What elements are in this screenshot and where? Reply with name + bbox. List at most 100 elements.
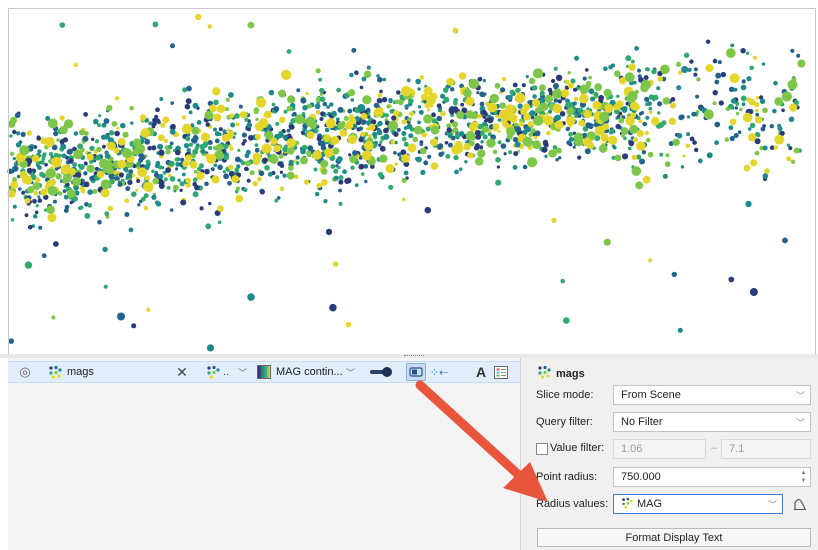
point-marker bbox=[703, 109, 714, 120]
point-marker bbox=[714, 79, 720, 85]
point-marker bbox=[240, 160, 246, 166]
point-marker bbox=[7, 120, 16, 128]
point-marker bbox=[152, 177, 159, 185]
value-filter-min: 1.06 bbox=[613, 439, 706, 459]
attribute-selector[interactable]: .. bbox=[223, 362, 229, 382]
point-marker bbox=[712, 58, 718, 64]
point-marker bbox=[453, 155, 459, 161]
point-radius-input[interactable]: 750.000 ▲ ▼ bbox=[613, 467, 811, 487]
point-marker bbox=[404, 104, 409, 109]
point-marker bbox=[53, 241, 59, 247]
point-marker bbox=[115, 176, 120, 181]
point-marker bbox=[223, 154, 229, 161]
point-marker bbox=[388, 97, 393, 103]
object-row-mags[interactable]: ◎ mags ✕ .. ﹀ MAG contin... ﹀ ⁘⇠ A bbox=[8, 361, 520, 383]
text-icon[interactable]: A bbox=[474, 362, 488, 382]
point-marker bbox=[26, 167, 33, 174]
point-marker bbox=[354, 70, 359, 75]
close-icon[interactable]: ✕ bbox=[175, 362, 189, 382]
point-marker bbox=[362, 119, 367, 125]
point-marker bbox=[739, 107, 743, 112]
point-marker bbox=[635, 181, 644, 190]
point-marker bbox=[255, 117, 259, 122]
colormap-swatch[interactable] bbox=[257, 365, 271, 379]
format-display-text-button[interactable]: Format Display Text bbox=[537, 528, 811, 547]
filter-icon[interactable]: ⁘⇠ bbox=[429, 362, 449, 382]
properties-title-text: mags bbox=[556, 367, 585, 380]
point-marker bbox=[269, 154, 279, 164]
point-marker bbox=[750, 159, 758, 167]
toggle-icon[interactable] bbox=[368, 362, 394, 382]
point-marker bbox=[300, 97, 307, 104]
colormap-name[interactable]: MAG contin... bbox=[276, 362, 343, 382]
chevron-down-icon: ﹀ bbox=[795, 417, 805, 428]
point-marker bbox=[473, 145, 480, 151]
point-marker bbox=[324, 148, 334, 158]
point-marker bbox=[345, 177, 352, 184]
point-marker bbox=[83, 112, 88, 117]
point-marker bbox=[151, 169, 155, 173]
point-marker bbox=[205, 223, 212, 230]
point-marker bbox=[87, 189, 93, 195]
chevron-down-icon[interactable]: ﹀ bbox=[238, 362, 247, 382]
point-marker bbox=[121, 148, 133, 159]
point-marker bbox=[368, 123, 376, 131]
point-marker bbox=[588, 88, 595, 94]
point-marker bbox=[788, 146, 793, 151]
point-marker bbox=[379, 89, 383, 94]
point-marker bbox=[14, 112, 21, 119]
distribution-icon[interactable] bbox=[789, 494, 811, 514]
properties-panel: mags Slice mode: From Scene ﹀ Query filt… bbox=[520, 358, 818, 550]
point-marker bbox=[186, 147, 191, 153]
point-marker bbox=[83, 171, 88, 176]
point-marker bbox=[200, 132, 210, 142]
point-marker bbox=[545, 112, 549, 116]
checkbox-box[interactable] bbox=[536, 443, 548, 455]
point-marker bbox=[426, 108, 431, 112]
value-filter-checkbox[interactable]: Value filter: bbox=[536, 442, 611, 456]
point-marker bbox=[440, 110, 446, 117]
point-marker bbox=[388, 120, 399, 131]
point-marker bbox=[128, 227, 134, 233]
point-marker bbox=[762, 107, 768, 114]
point-marker bbox=[683, 52, 690, 58]
point-marker bbox=[582, 137, 593, 147]
point-marker bbox=[10, 181, 19, 190]
point-marker bbox=[195, 13, 202, 21]
radius-values-select[interactable]: MAG ﹀ bbox=[613, 494, 783, 514]
point-marker bbox=[8, 338, 14, 344]
scene-viewport[interactable] bbox=[0, 0, 818, 354]
point-marker bbox=[492, 123, 500, 130]
point-marker bbox=[144, 138, 151, 145]
point-marker bbox=[749, 65, 754, 71]
point-marker bbox=[741, 79, 746, 84]
point-marker bbox=[213, 113, 222, 122]
point-marker bbox=[213, 127, 217, 132]
point-marker bbox=[360, 131, 366, 137]
point-marker bbox=[377, 92, 383, 98]
point-marker bbox=[155, 160, 161, 166]
point-marker bbox=[193, 169, 198, 174]
chevron-down-icon[interactable]: ﹀ bbox=[346, 362, 355, 382]
point-marker bbox=[360, 112, 368, 120]
point-marker bbox=[264, 110, 272, 119]
legend-icon[interactable] bbox=[493, 362, 509, 382]
spinner-icon[interactable]: ▲ ▼ bbox=[799, 469, 808, 485]
point-marker bbox=[144, 175, 151, 182]
slice-mode-select[interactable]: From Scene ﹀ bbox=[613, 385, 811, 405]
point-marker bbox=[644, 96, 650, 102]
point-marker bbox=[319, 96, 326, 103]
point-marker bbox=[158, 149, 165, 156]
point-marker bbox=[657, 101, 663, 107]
point-marker bbox=[288, 159, 294, 165]
eye-icon[interactable]: ◎ bbox=[16, 362, 34, 382]
point-marker bbox=[143, 181, 154, 192]
point-marker bbox=[790, 159, 796, 164]
point-marker bbox=[376, 97, 383, 104]
query-filter-select[interactable]: No Filter ﹀ bbox=[613, 412, 811, 432]
point-marker bbox=[497, 129, 501, 133]
point-marker bbox=[61, 153, 67, 159]
point-marker bbox=[349, 155, 357, 164]
slice-icon[interactable] bbox=[406, 363, 426, 381]
point-marker bbox=[419, 75, 425, 80]
